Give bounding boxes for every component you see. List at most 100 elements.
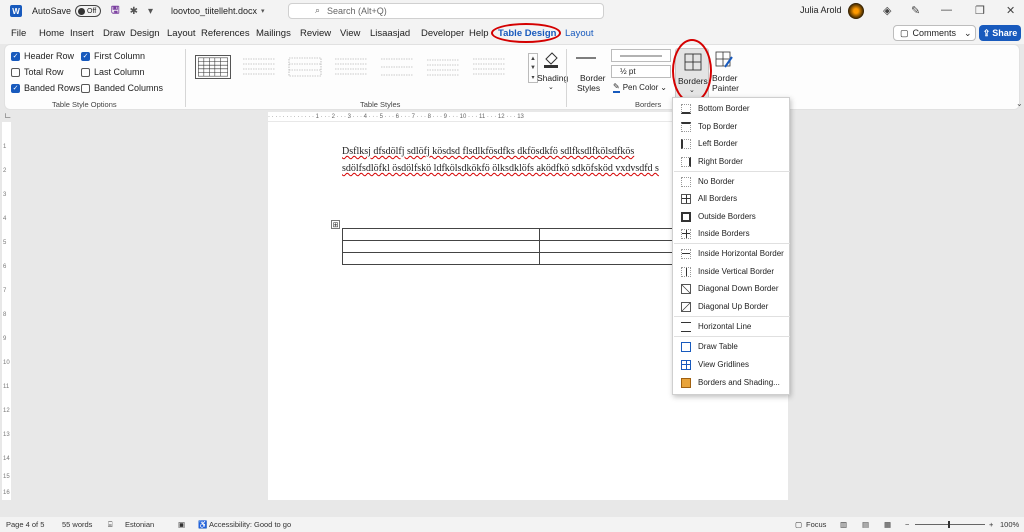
menu-item-all-borders[interactable]: All Borders xyxy=(674,190,790,207)
print-layout-icon[interactable]: ▤ xyxy=(862,520,869,529)
table-cell[interactable] xyxy=(539,252,680,265)
tab-review[interactable]: Review xyxy=(300,28,331,39)
vruler-mark: 6 xyxy=(3,264,7,270)
tab-insert[interactable]: Insert xyxy=(70,28,94,39)
table-cell[interactable] xyxy=(539,240,680,253)
restore-icon[interactable]: ❐ xyxy=(975,4,985,17)
menu-item-horizontal-line[interactable]: Horizontal Line xyxy=(674,318,790,335)
border-line-icon xyxy=(576,57,596,59)
menu-item-view-gridlines[interactable]: View Gridlines xyxy=(674,356,790,373)
menu-item-inside-horizontal-border[interactable]: Inside Horizontal Border xyxy=(674,245,790,262)
line-style-select[interactable] xyxy=(611,49,671,62)
quick-access-dropdown-icon[interactable]: ▾ xyxy=(148,6,153,17)
focus-label[interactable]: Focus xyxy=(806,520,826,529)
menu-item-diagonal-down-border[interactable]: Diagonal Down Border xyxy=(674,280,790,297)
menu-item-borders-and-shading[interactable]: Borders and Shading... xyxy=(674,374,790,391)
banded-columns-checkbox[interactable]: Banded Columns xyxy=(81,83,163,93)
avatar[interactable] xyxy=(848,3,864,19)
total-row-checkbox[interactable]: Total Row xyxy=(11,67,64,77)
zoom-level[interactable]: 100% xyxy=(1000,520,1019,529)
document-line-1[interactable]: Dsflksj dfsdölfj sdlöfj kösdsd flsdlkfös… xyxy=(342,146,634,157)
autosave-toggle[interactable]: Off xyxy=(75,5,102,17)
customize-icon[interactable]: ✱ xyxy=(130,6,138,17)
minimize-icon[interactable]: — xyxy=(941,4,952,16)
vertical-ruler[interactable]: 1 2 3 4 5 6 7 8 9 10 11 12 13 14 15 16 xyxy=(2,122,11,500)
page-count[interactable]: Page 4 of 5 xyxy=(6,520,44,529)
menu-item-diagonal-up-border[interactable]: Diagonal Up Border xyxy=(674,298,790,315)
close-icon[interactable]: ✕ xyxy=(1006,4,1015,17)
menu-item-top-border[interactable]: Top Border xyxy=(674,118,790,135)
menu-item-bottom-border[interactable]: Bottom Border xyxy=(674,100,790,117)
tab-selector-icon[interactable]: ∟ xyxy=(4,111,12,120)
header-row-checkbox[interactable]: ✓ Header Row xyxy=(11,51,74,61)
doc-name-chevron-icon[interactable]: ▾ xyxy=(261,7,265,15)
menu-item-left-border[interactable]: Left Border xyxy=(674,135,790,152)
tab-table-layout[interactable]: Layout xyxy=(565,28,594,39)
menu-item-draw-table[interactable]: Draw Table xyxy=(674,338,790,355)
red-highlight-borders xyxy=(672,39,712,103)
pen-color-button[interactable]: ✎ Pen Color ⌄ xyxy=(613,82,667,93)
table-style-grid[interactable] xyxy=(195,55,231,79)
table-style-plain-5[interactable] xyxy=(425,55,461,79)
menu-item-outside-borders[interactable]: Outside Borders xyxy=(674,208,790,225)
chevron-up-icon[interactable]: ▲ xyxy=(530,56,536,62)
user-name[interactable]: Julia Arold xyxy=(800,5,842,15)
focus-icon[interactable]: ▢ xyxy=(795,520,802,529)
tab-help[interactable]: Help xyxy=(469,28,489,39)
banded-rows-checkbox[interactable]: ✓ Banded Rows xyxy=(11,83,80,93)
tab-home[interactable]: Home xyxy=(39,28,64,39)
borders-and-shading-icon xyxy=(681,377,691,388)
comments-button[interactable]: ▢ Comments ⌄ xyxy=(893,25,976,41)
first-column-checkbox[interactable]: ✓ First Column xyxy=(81,51,145,61)
document-table[interactable] xyxy=(342,228,680,265)
proofing-icon[interactable]: ⌸ xyxy=(108,520,113,530)
zoom-in-icon[interactable]: + xyxy=(989,520,993,529)
search-input[interactable]: ⌕ Search (Alt+Q) xyxy=(288,3,604,19)
last-column-checkbox[interactable]: Last Column xyxy=(81,67,145,77)
tab-design[interactable]: Design xyxy=(130,28,160,39)
document-name[interactable]: loovtoo_tiitelleht.docx xyxy=(171,6,257,16)
pen-icon[interactable]: ✎ xyxy=(911,4,920,17)
document-line-2[interactable]: sdölfsdlöfkl ösdölfskö ldfkölsdkökfö ölk… xyxy=(342,163,659,174)
language[interactable]: Estonian xyxy=(125,520,154,529)
menu-item-right-border[interactable]: Right Border xyxy=(674,153,790,170)
read-mode-icon[interactable]: ▥ xyxy=(840,520,847,529)
table-cell[interactable] xyxy=(539,228,680,241)
macro-icon[interactable]: ▣ xyxy=(178,520,185,529)
table-cell[interactable] xyxy=(342,228,540,241)
word-count[interactable]: 55 words xyxy=(62,520,92,529)
chevron-down-icon[interactable]: ▼ xyxy=(530,65,536,71)
zoom-slider-thumb[interactable] xyxy=(948,521,950,528)
tab-lisaasjad[interactable]: Lisaasjad xyxy=(370,28,410,39)
tab-references[interactable]: References xyxy=(201,28,250,39)
table-style-plain-4[interactable] xyxy=(379,55,415,79)
inside-vertical-border-icon xyxy=(681,266,691,277)
table-cell[interactable] xyxy=(342,252,540,265)
share-button[interactable]: ⇪ Share xyxy=(979,25,1021,41)
zoom-out-icon[interactable]: − xyxy=(905,520,909,529)
tab-layout[interactable]: Layout xyxy=(167,28,196,39)
tab-developer[interactable]: Developer xyxy=(421,28,464,39)
zoom-slider[interactable] xyxy=(915,521,985,528)
more-icon[interactable]: ▾ xyxy=(531,74,534,81)
pen-weight-select[interactable]: ½ pt xyxy=(611,65,671,78)
table-style-plain-6[interactable] xyxy=(471,55,507,79)
diamond-icon[interactable]: ◈ xyxy=(883,4,891,17)
table-style-plain-1[interactable] xyxy=(241,55,277,79)
accessibility-icon[interactable]: ♿ xyxy=(198,520,207,529)
table-cell[interactable] xyxy=(342,240,540,253)
save-icon[interactable]: 🖫 xyxy=(111,3,120,20)
menu-item-inside-borders[interactable]: Inside Borders xyxy=(674,225,790,242)
collapse-ribbon-icon[interactable]: ⌄ xyxy=(1016,99,1023,108)
menu-item-no-border[interactable]: No Border xyxy=(674,173,790,190)
tab-view[interactable]: View xyxy=(340,28,360,39)
tab-mailings[interactable]: Mailings xyxy=(256,28,291,39)
table-style-plain-2[interactable] xyxy=(287,55,323,79)
tab-draw[interactable]: Draw xyxy=(103,28,125,39)
web-layout-icon[interactable]: ▦ xyxy=(884,520,891,529)
table-move-handle-icon[interactable]: ⊞ xyxy=(331,220,340,229)
accessibility-status[interactable]: Accessibility: Good to go xyxy=(209,520,291,529)
table-style-plain-3[interactable] xyxy=(333,55,369,79)
menu-item-inside-vertical-border[interactable]: Inside Vertical Border xyxy=(674,263,790,280)
tab-file[interactable]: File xyxy=(11,28,26,39)
